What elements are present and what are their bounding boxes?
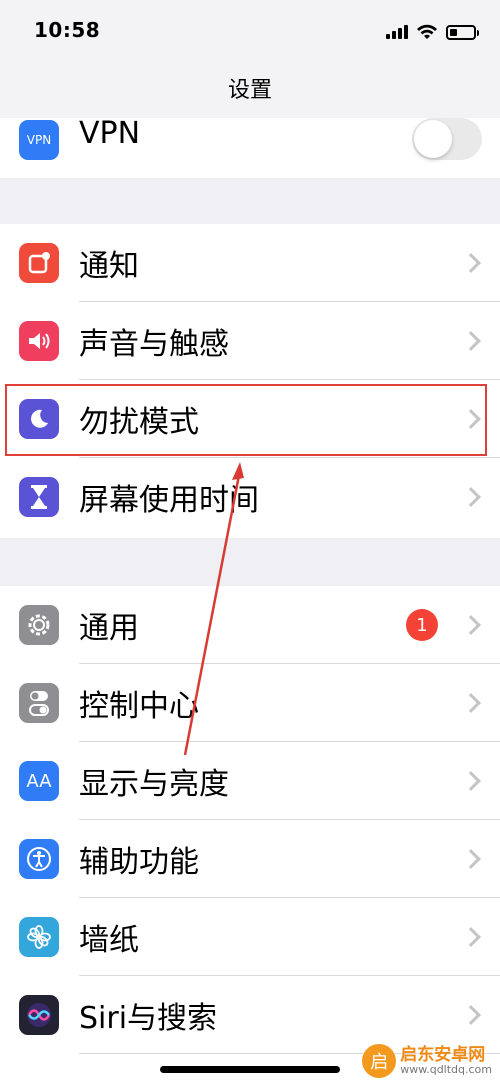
watermark-logo: 启 — [362, 1044, 397, 1078]
battery-icon — [446, 24, 479, 40]
home-indicator[interactable] — [160, 1066, 340, 1073]
cellular-signal-icon — [386, 25, 408, 39]
status-time: 10:58 — [34, 18, 101, 42]
watermark-url: www.qdltdq.com — [400, 1063, 492, 1077]
watermark-name: 启东安卓网 — [400, 1044, 486, 1065]
status-icons — [386, 20, 479, 44]
wifi-icon — [417, 24, 437, 39]
top-bar: 10:58 设置 — [0, 0, 500, 118]
annotation-arrow — [183, 462, 244, 756]
watermark: 启 启东安卓网 www.qdltdq.com — [362, 1044, 492, 1078]
page-title: 设置 — [227, 78, 272, 103]
